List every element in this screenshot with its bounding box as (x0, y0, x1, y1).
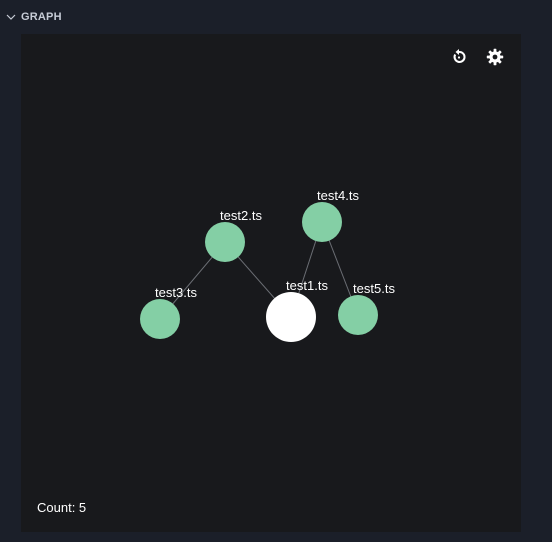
graph-node-circle[interactable] (302, 202, 342, 242)
refresh-button[interactable] (448, 48, 470, 70)
graph-panel: GRAPH test1.ts test2.ts test3.ts test4.ts te… (0, 0, 552, 542)
gear-icon (486, 48, 504, 71)
graph-node[interactable]: test2.ts (205, 208, 262, 262)
graph-node-circle[interactable] (205, 222, 245, 262)
graph-section-header[interactable]: GRAPH (0, 0, 552, 34)
graph-node-circle[interactable] (266, 292, 316, 342)
graph-node[interactable]: test5.ts (338, 281, 395, 335)
graph-canvas[interactable]: test1.ts test2.ts test3.ts test4.ts test5.ts (21, 34, 521, 532)
graph-svg: test1.ts test2.ts test3.ts test4.ts test5.ts (140, 188, 395, 342)
chevron-down-icon[interactable] (5, 11, 17, 23)
graph-node-label: test2.ts (220, 208, 262, 223)
graph-node-label: test5.ts (353, 281, 395, 296)
graph-node[interactable]: test4.ts (302, 188, 359, 242)
settings-button[interactable] (484, 48, 506, 70)
graph-node-circle[interactable] (140, 299, 180, 339)
graph-node-label: test1.ts (286, 278, 328, 293)
refresh-icon (450, 48, 468, 71)
graph-node-label: test3.ts (155, 285, 197, 300)
graph-node-circle[interactable] (338, 295, 378, 335)
graph-node[interactable]: test3.ts (140, 285, 197, 339)
section-title: GRAPH (21, 11, 62, 23)
graph-node-label: test4.ts (317, 188, 359, 203)
node-count: Count: 5 (37, 500, 87, 515)
graph-node[interactable]: test1.ts (266, 278, 328, 342)
